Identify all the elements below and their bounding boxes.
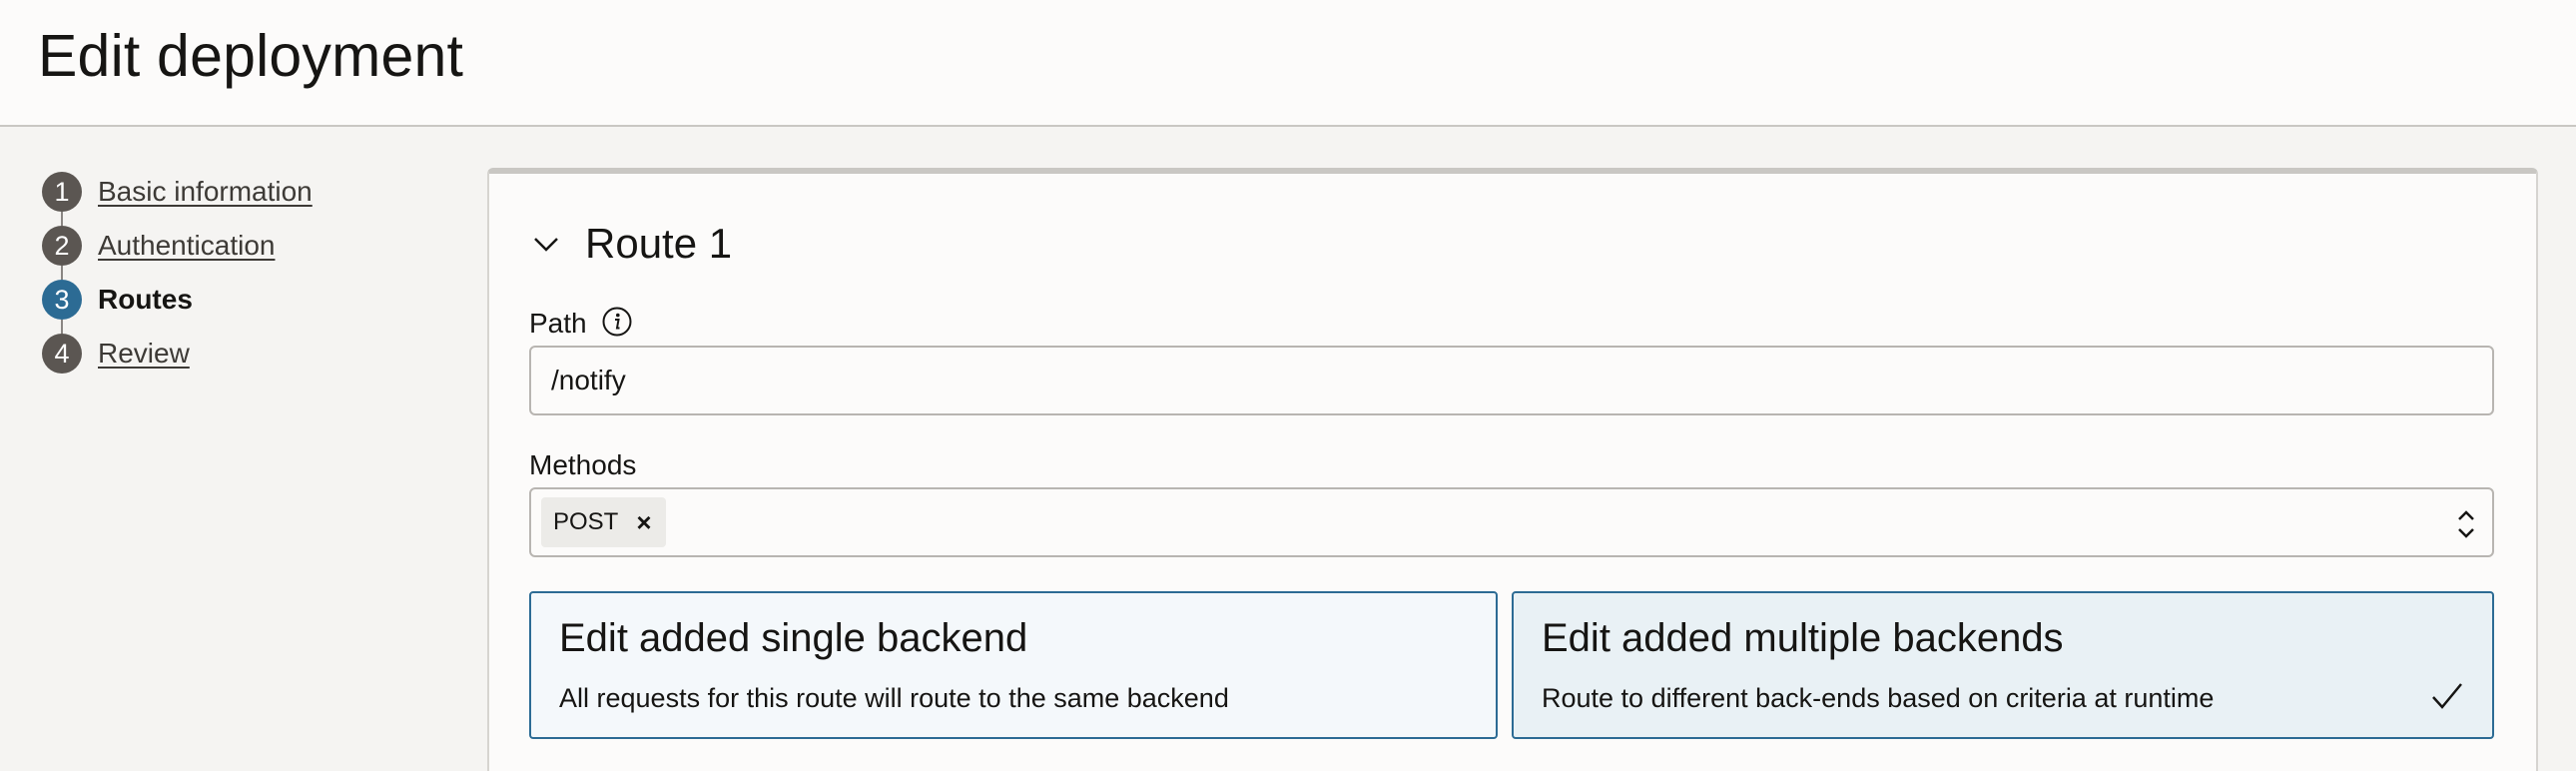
step-review[interactable]: 4 Review [42, 334, 421, 374]
step-label[interactable]: Basic information [98, 176, 313, 208]
step-connector [61, 212, 63, 226]
multiple-backends-option[interactable]: Edit added multiple backends Route to di… [1512, 591, 2494, 739]
step-label[interactable]: Review [98, 338, 190, 370]
method-chip-post: POST × [541, 497, 666, 547]
info-icon[interactable] [601, 306, 633, 338]
option-title: Edit added single backend [559, 616, 1028, 660]
option-description: Route to different back-ends based on cr… [1542, 683, 2215, 713]
route-header[interactable]: Route 1 [531, 214, 732, 274]
methods-label: Methods [529, 449, 637, 480]
methods-select[interactable]: POST × [529, 487, 2494, 557]
step-number: 2 [42, 226, 82, 266]
step-number: 1 [42, 172, 82, 212]
step-connector [61, 266, 63, 280]
checkmark-icon [2432, 683, 2462, 709]
select-arrows-icon[interactable] [2454, 505, 2478, 543]
step-label: Routes [98, 284, 193, 315]
path-label: Path [529, 308, 587, 339]
page-title: Edit deployment [38, 23, 464, 89]
route-title: Route 1 [585, 220, 733, 267]
step-number: 4 [42, 334, 82, 374]
step-connector [61, 320, 63, 334]
option-title: Edit added multiple backends [1542, 616, 2064, 660]
route-card: Route 1 Path /notify Methods POST × Edit… [487, 168, 2538, 771]
page-header: Edit deployment [0, 0, 2576, 127]
step-basic-information[interactable]: 1 Basic information [42, 172, 421, 212]
chip-label: POST [553, 508, 619, 535]
step-routes: 3 Routes [42, 280, 421, 320]
step-authentication[interactable]: 2 Authentication [42, 226, 421, 266]
close-icon[interactable]: × [636, 509, 651, 535]
chevron-down-icon[interactable] [531, 229, 561, 259]
step-label[interactable]: Authentication [98, 230, 275, 262]
single-backend-option[interactable]: Edit added single backend All requests f… [529, 591, 1498, 739]
path-input[interactable]: /notify [529, 346, 2494, 415]
step-number: 3 [42, 280, 82, 320]
option-description: All requests for this route will route t… [559, 683, 1229, 713]
